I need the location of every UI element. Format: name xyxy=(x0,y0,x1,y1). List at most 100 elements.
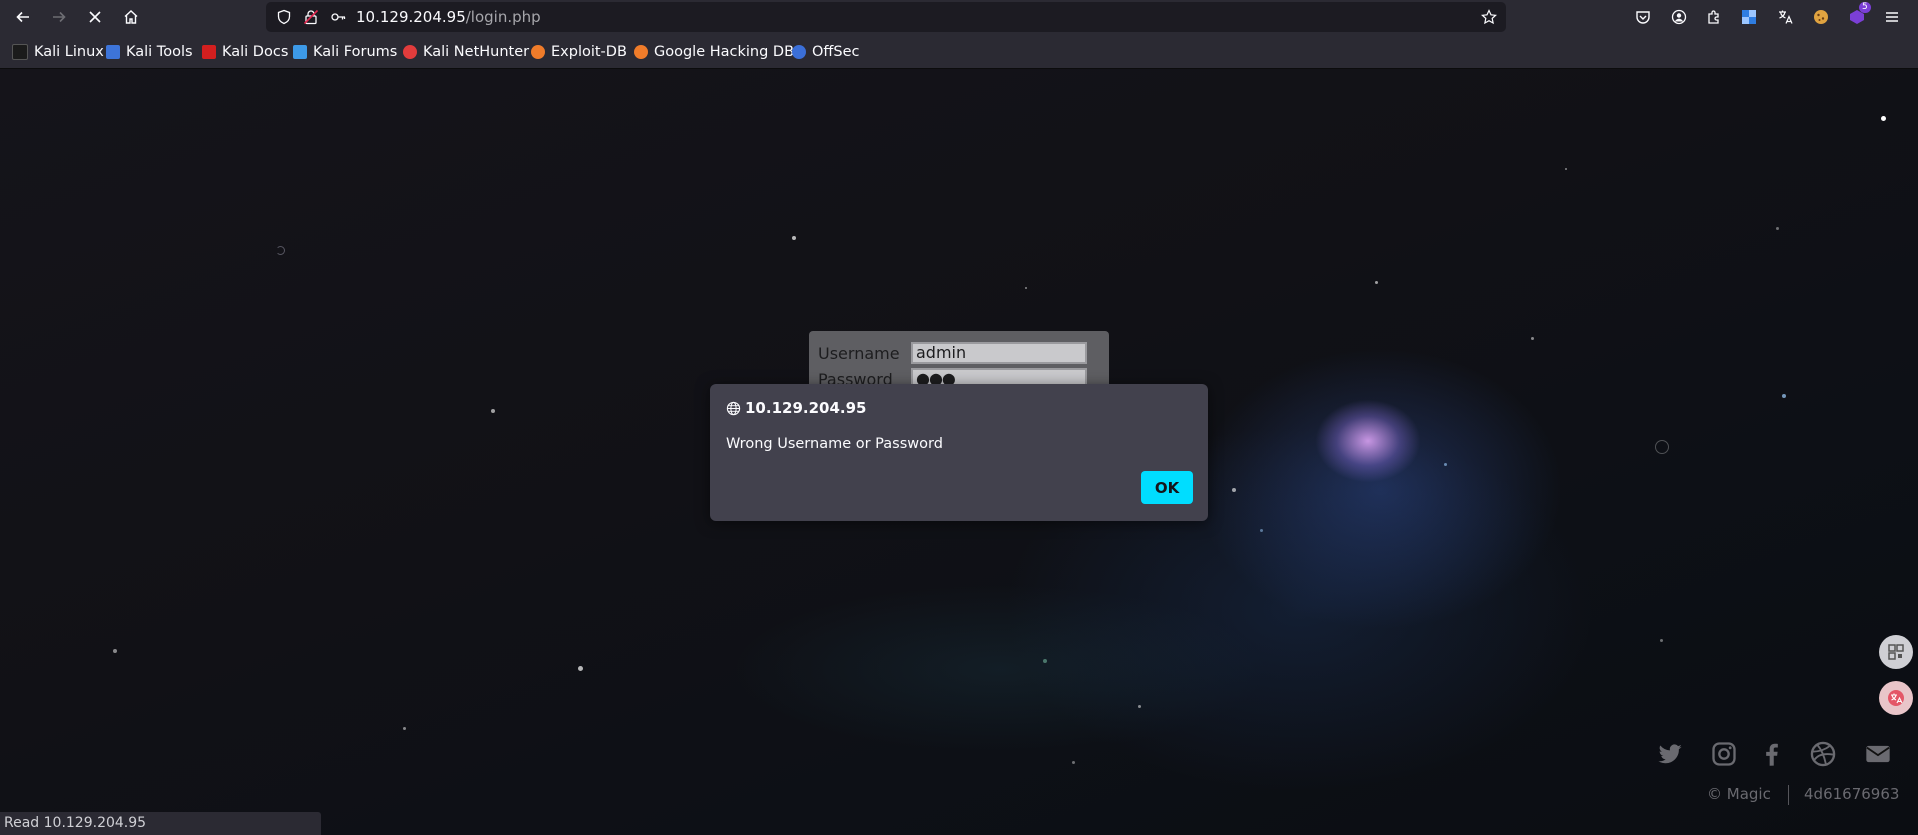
translate-side-button[interactable] xyxy=(1879,681,1913,715)
bookmark-star-icon[interactable] xyxy=(1481,9,1497,25)
bookmark-kali-docs[interactable]: Kali Docs xyxy=(202,43,288,61)
qr-code-icon xyxy=(1888,644,1904,660)
star xyxy=(1531,337,1534,340)
stop-button[interactable] xyxy=(83,5,107,29)
globe-icon xyxy=(726,401,741,415)
star xyxy=(1260,529,1263,532)
star xyxy=(1025,287,1027,289)
puzzle-icon xyxy=(1708,10,1719,24)
bookmark-kali-linux[interactable]: Kali Linux xyxy=(12,43,104,61)
kali-dragon-icon xyxy=(12,44,28,60)
star xyxy=(1655,440,1669,454)
extension-blue-button[interactable] xyxy=(1740,8,1758,26)
browser-toolbar: 10.129.204.95/login.php 5 xyxy=(0,0,1918,34)
close-icon xyxy=(89,11,101,23)
twitter-icon[interactable] xyxy=(1656,740,1684,768)
url-text[interactable]: 10.129.204.95/login.php xyxy=(356,8,541,26)
footer-code: 4d61676963 xyxy=(1804,785,1900,803)
bookmark-label: Kali Forums xyxy=(313,44,398,60)
url-host: 10.129.204.95 xyxy=(356,8,466,26)
arrow-right-icon xyxy=(53,11,66,23)
dribbble-icon[interactable] xyxy=(1809,740,1837,768)
arrow-left-icon xyxy=(16,11,29,23)
star xyxy=(1565,168,1567,170)
star xyxy=(1881,116,1886,121)
star xyxy=(792,236,796,240)
mail-icon[interactable] xyxy=(1864,740,1892,768)
pocket-icon xyxy=(1636,11,1650,24)
insecure-lock-icon[interactable] xyxy=(303,9,319,25)
star xyxy=(1782,394,1786,398)
bookmark-label: OffSec xyxy=(812,44,860,60)
star xyxy=(276,246,285,255)
bookmark-exploit-db[interactable]: Exploit-DB xyxy=(531,43,627,61)
star xyxy=(1072,761,1075,764)
cookie-extension-button[interactable] xyxy=(1812,8,1830,26)
kali-forums-icon xyxy=(293,45,307,59)
star xyxy=(1043,659,1047,663)
forward-button[interactable] xyxy=(47,5,71,29)
dialog-title: 10.129.204.95 xyxy=(726,399,866,417)
instagram-icon[interactable] xyxy=(1710,740,1738,768)
bookmark-kali-tools[interactable]: Kali Tools xyxy=(106,43,193,61)
bookmark-label: Kali Linux xyxy=(34,44,104,60)
star xyxy=(1444,463,1447,466)
bookmarks-toolbar: Kali Linux Kali Tools Kali Docs Kali For… xyxy=(0,34,1918,69)
exploit-db-icon xyxy=(531,45,545,59)
purple-extension-button[interactable]: 5 xyxy=(1848,2,1871,26)
extension-blue-icon xyxy=(1742,10,1756,24)
bookmark-label: Kali NetHunter xyxy=(423,44,530,60)
bookmark-offsec[interactable]: OffSec xyxy=(792,43,860,61)
bookmark-kali-forums[interactable]: Kali Forums xyxy=(293,43,397,61)
home-button[interactable] xyxy=(119,5,143,29)
account-button[interactable] xyxy=(1670,8,1688,26)
home-icon xyxy=(124,10,138,24)
star xyxy=(578,666,583,671)
star xyxy=(1232,488,1236,492)
username-label: Username xyxy=(818,344,900,363)
star xyxy=(113,649,117,653)
translate-side-icon xyxy=(1888,690,1904,706)
bookmark-label: Kali Tools xyxy=(126,44,193,60)
nethunter-icon xyxy=(403,45,417,59)
dialog-title-text: 10.129.204.95 xyxy=(745,399,867,417)
shield-icon[interactable] xyxy=(276,9,292,25)
bookmark-label: Exploit-DB xyxy=(551,44,627,60)
ok-button[interactable]: OK xyxy=(1141,471,1193,504)
status-bar: Read 10.129.204.95 xyxy=(0,812,321,835)
extension-badge: 5 xyxy=(1859,2,1871,13)
footer-divider xyxy=(1788,785,1789,805)
bookmark-label: Google Hacking DB xyxy=(654,44,795,60)
bookmark-kali-nethunter[interactable]: Kali NetHunter xyxy=(403,43,529,61)
facebook-icon[interactable] xyxy=(1758,740,1786,768)
key-icon[interactable] xyxy=(330,9,346,25)
copyright-text: © Magic xyxy=(1707,785,1771,803)
cookie-icon xyxy=(1814,10,1828,24)
translate-icon xyxy=(1779,10,1793,24)
back-button[interactable] xyxy=(11,5,35,29)
account-icon xyxy=(1671,9,1687,25)
kali-docs-icon xyxy=(202,45,216,59)
url-path: /login.php xyxy=(465,8,541,26)
star xyxy=(403,727,406,730)
kali-tools-icon xyxy=(106,45,120,59)
star xyxy=(1375,281,1378,284)
offsec-icon xyxy=(792,45,806,59)
translate-button[interactable] xyxy=(1776,8,1794,26)
ghdb-icon xyxy=(634,45,648,59)
star xyxy=(1138,705,1141,708)
url-bar[interactable]: 10.129.204.95/login.php xyxy=(266,2,1506,32)
star xyxy=(1776,227,1779,230)
star xyxy=(1660,639,1663,642)
extensions-button[interactable] xyxy=(1705,8,1723,26)
dialog-message: Wrong Username or Password xyxy=(726,436,943,452)
hamburger-menu-icon xyxy=(1886,12,1898,22)
qr-code-button[interactable] xyxy=(1879,635,1913,669)
star xyxy=(491,409,495,413)
pocket-button[interactable] xyxy=(1634,8,1652,26)
username-input[interactable]: admin xyxy=(911,342,1087,364)
bookmark-label: Kali Docs xyxy=(222,44,289,60)
menu-button[interactable] xyxy=(1883,8,1901,26)
alert-dialog: 10.129.204.95 Wrong Username or Password… xyxy=(710,384,1208,521)
bookmark-ghdb[interactable]: Google Hacking DB xyxy=(634,43,794,61)
